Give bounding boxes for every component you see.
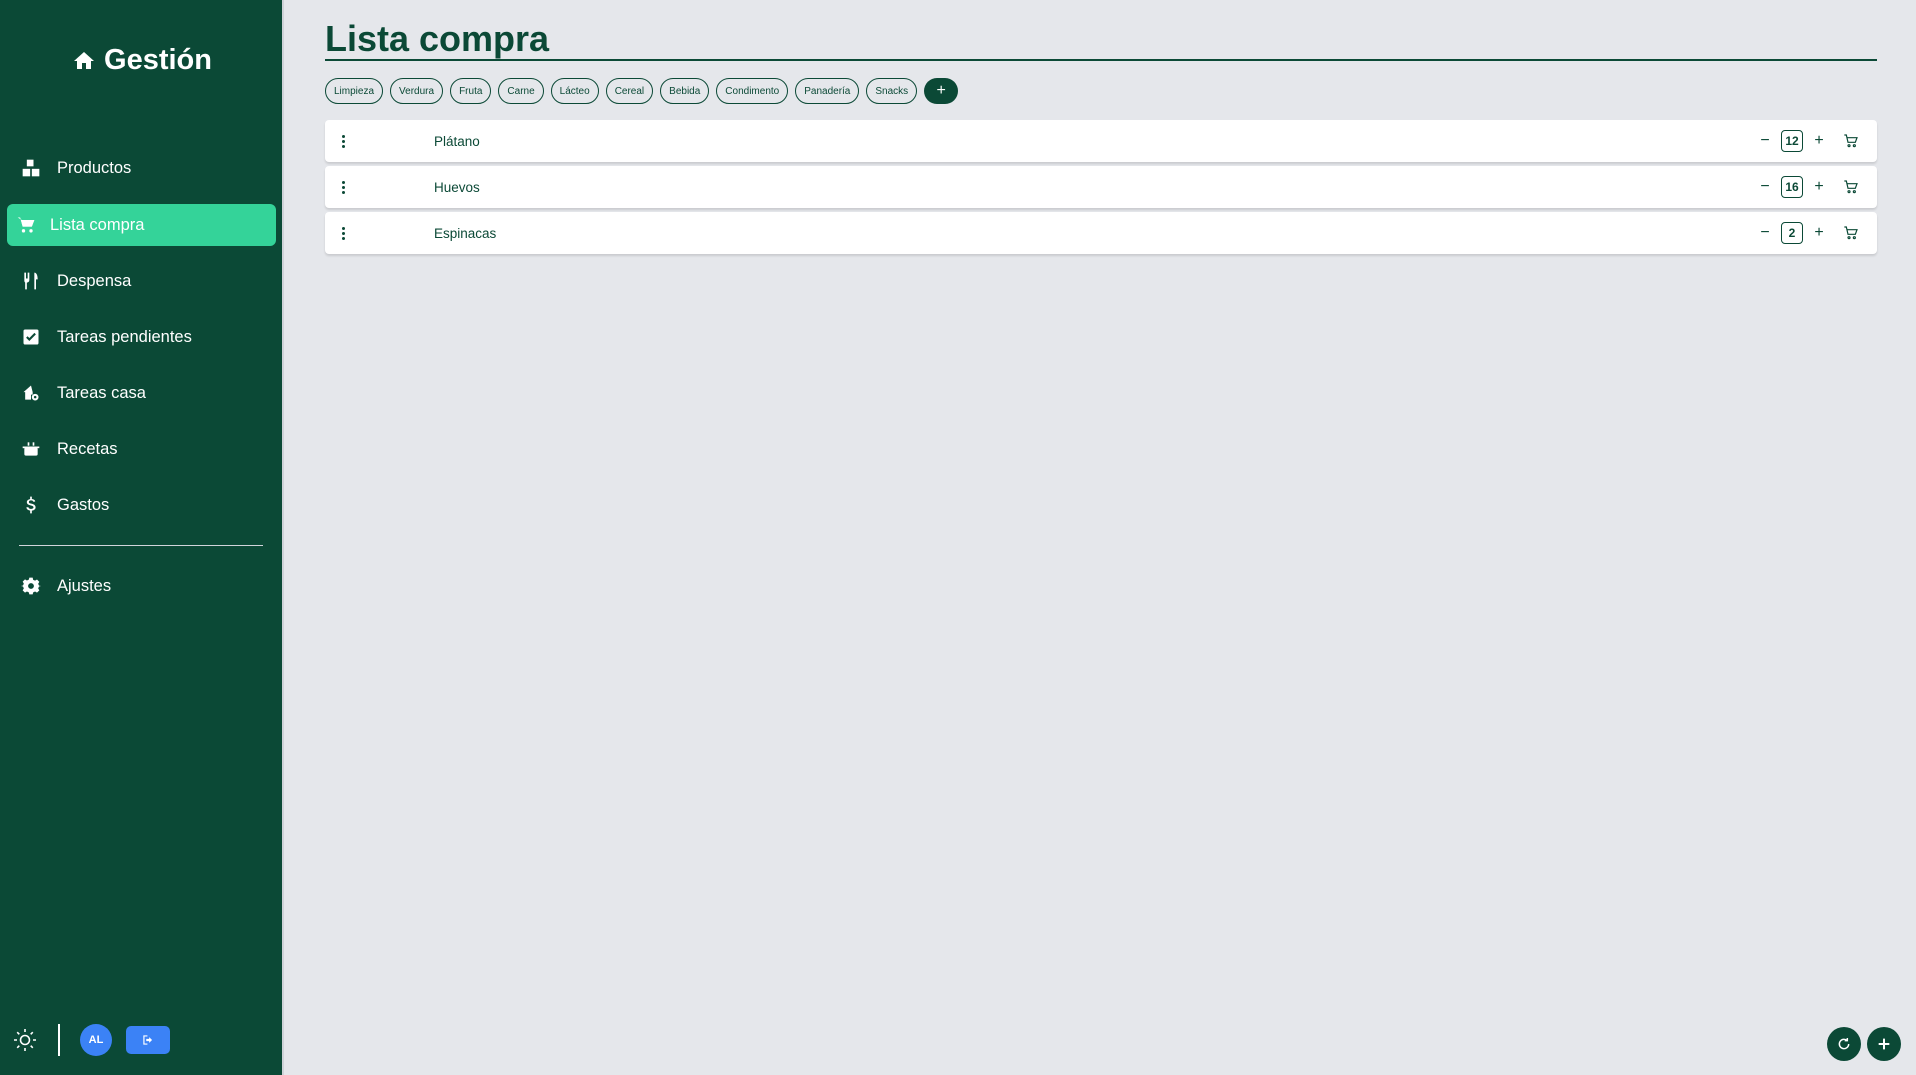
plus-icon bbox=[1878, 1038, 1890, 1050]
category-chip[interactable]: Cereal bbox=[605, 78, 654, 104]
sidebar-item-productos[interactable]: Productos bbox=[7, 147, 276, 189]
item-controls: − 16 + bbox=[1749, 173, 1867, 201]
sidebar-item-label: Productos bbox=[57, 158, 132, 177]
item-controls: − 2 + bbox=[1749, 219, 1867, 247]
list-item: Plátano − 12 + bbox=[325, 120, 1877, 162]
item-name: Huevos bbox=[434, 179, 480, 195]
checkbox-icon bbox=[19, 325, 43, 349]
add-to-cart-button[interactable] bbox=[1835, 173, 1867, 201]
category-chip[interactable]: Fruta bbox=[450, 78, 492, 104]
category-chip[interactable]: Condimento bbox=[716, 78, 789, 104]
increase-button[interactable]: + bbox=[1803, 219, 1835, 247]
pot-icon bbox=[19, 437, 43, 461]
sidebar-item-label: Despensa bbox=[57, 271, 132, 290]
decrease-button[interactable]: − bbox=[1749, 219, 1781, 247]
category-chip[interactable]: Carne bbox=[498, 78, 544, 104]
category-chip[interactable]: Panadería bbox=[795, 78, 860, 104]
sidebar-item-ajustes[interactable]: Ajustes bbox=[7, 565, 276, 607]
brand[interactable]: Gestión bbox=[0, 44, 284, 77]
category-chip[interactable]: Snacks bbox=[866, 78, 918, 104]
sidebar: Gestión Productos Lista compra Despensa … bbox=[0, 0, 284, 1075]
sidebar-item-label: Tareas pendientes bbox=[57, 327, 192, 346]
increase-button[interactable]: + bbox=[1803, 127, 1835, 155]
category-chip[interactable]: Lácteo bbox=[550, 78, 599, 104]
quantity-value: 2 bbox=[1781, 222, 1803, 244]
category-chip[interactable]: Limpieza bbox=[325, 78, 384, 104]
item-name: Plátano bbox=[434, 133, 480, 149]
boxes-icon bbox=[19, 156, 43, 180]
quantity-value: 12 bbox=[1781, 130, 1803, 152]
category-filter: Limpieza Verdura Fruta Carne Lácteo Cere… bbox=[325, 78, 959, 104]
quantity-value: 16 bbox=[1781, 176, 1803, 198]
more-options-icon[interactable] bbox=[339, 134, 347, 148]
sidebar-item-label: Recetas bbox=[57, 439, 118, 458]
list-item: Espinacas − 2 + bbox=[325, 212, 1877, 254]
sidebar-item-despensa[interactable]: Despensa bbox=[7, 260, 276, 302]
sun-icon bbox=[14, 1029, 36, 1051]
add-to-cart-button[interactable] bbox=[1835, 127, 1867, 155]
home-icon bbox=[74, 51, 95, 69]
sidebar-item-label: Gastos bbox=[57, 495, 110, 514]
sidebar-footer: AL bbox=[12, 1023, 170, 1057]
decrease-button[interactable]: − bbox=[1749, 173, 1781, 201]
brand-title: Gestión bbox=[104, 44, 212, 76]
item-controls: − 12 + bbox=[1749, 127, 1867, 155]
category-chip[interactable]: Verdura bbox=[390, 78, 444, 104]
theme-toggle-button[interactable] bbox=[12, 1027, 38, 1053]
item-name: Espinacas bbox=[434, 225, 497, 241]
sidebar-item-gastos[interactable]: Gastos bbox=[7, 484, 276, 526]
decrease-button[interactable]: − bbox=[1749, 127, 1781, 155]
cart-icon bbox=[14, 213, 38, 237]
refresh-button[interactable] bbox=[1827, 1027, 1861, 1061]
increase-button[interactable]: + bbox=[1803, 173, 1835, 201]
gear-icon bbox=[19, 574, 43, 598]
more-options-icon[interactable] bbox=[339, 226, 347, 240]
sidebar-item-label: Tareas casa bbox=[57, 383, 146, 402]
sidebar-divider bbox=[19, 545, 263, 546]
cart-icon bbox=[1844, 134, 1858, 148]
category-chip[interactable]: Bebida bbox=[660, 78, 710, 104]
sidebar-item-tareas-pendientes[interactable]: Tareas pendientes bbox=[7, 316, 276, 358]
list-item: Huevos − 16 + bbox=[325, 166, 1877, 208]
sidebar-item-label: Ajustes bbox=[57, 576, 112, 595]
sidebar-item-label: Lista compra bbox=[50, 215, 145, 234]
logout-button[interactable] bbox=[126, 1026, 170, 1054]
more-options-icon[interactable] bbox=[339, 180, 347, 194]
add-to-cart-button[interactable] bbox=[1835, 219, 1867, 247]
house-gear-icon bbox=[19, 381, 43, 405]
page-title: Lista compra bbox=[325, 18, 550, 59]
title-underline bbox=[325, 59, 1877, 61]
utensils-icon bbox=[19, 269, 43, 293]
add-item-button[interactable] bbox=[1867, 1027, 1901, 1061]
sidebar-item-recetas[interactable]: Recetas bbox=[7, 428, 276, 470]
add-category-button[interactable]: + bbox=[924, 78, 959, 104]
dollar-icon bbox=[19, 493, 43, 517]
footer-separator bbox=[58, 1024, 60, 1056]
cart-icon bbox=[1844, 226, 1858, 240]
logout-icon bbox=[143, 1035, 153, 1045]
avatar[interactable]: AL bbox=[80, 1024, 112, 1056]
sidebar-item-lista-compra[interactable]: Lista compra bbox=[7, 204, 276, 246]
refresh-icon bbox=[1838, 1038, 1850, 1050]
sidebar-item-tareas-casa[interactable]: Tareas casa bbox=[7, 372, 276, 414]
cart-icon bbox=[1844, 180, 1858, 194]
shopping-list: Plátano − 12 + Huevos − 16 + Espinacas −… bbox=[325, 120, 1877, 254]
